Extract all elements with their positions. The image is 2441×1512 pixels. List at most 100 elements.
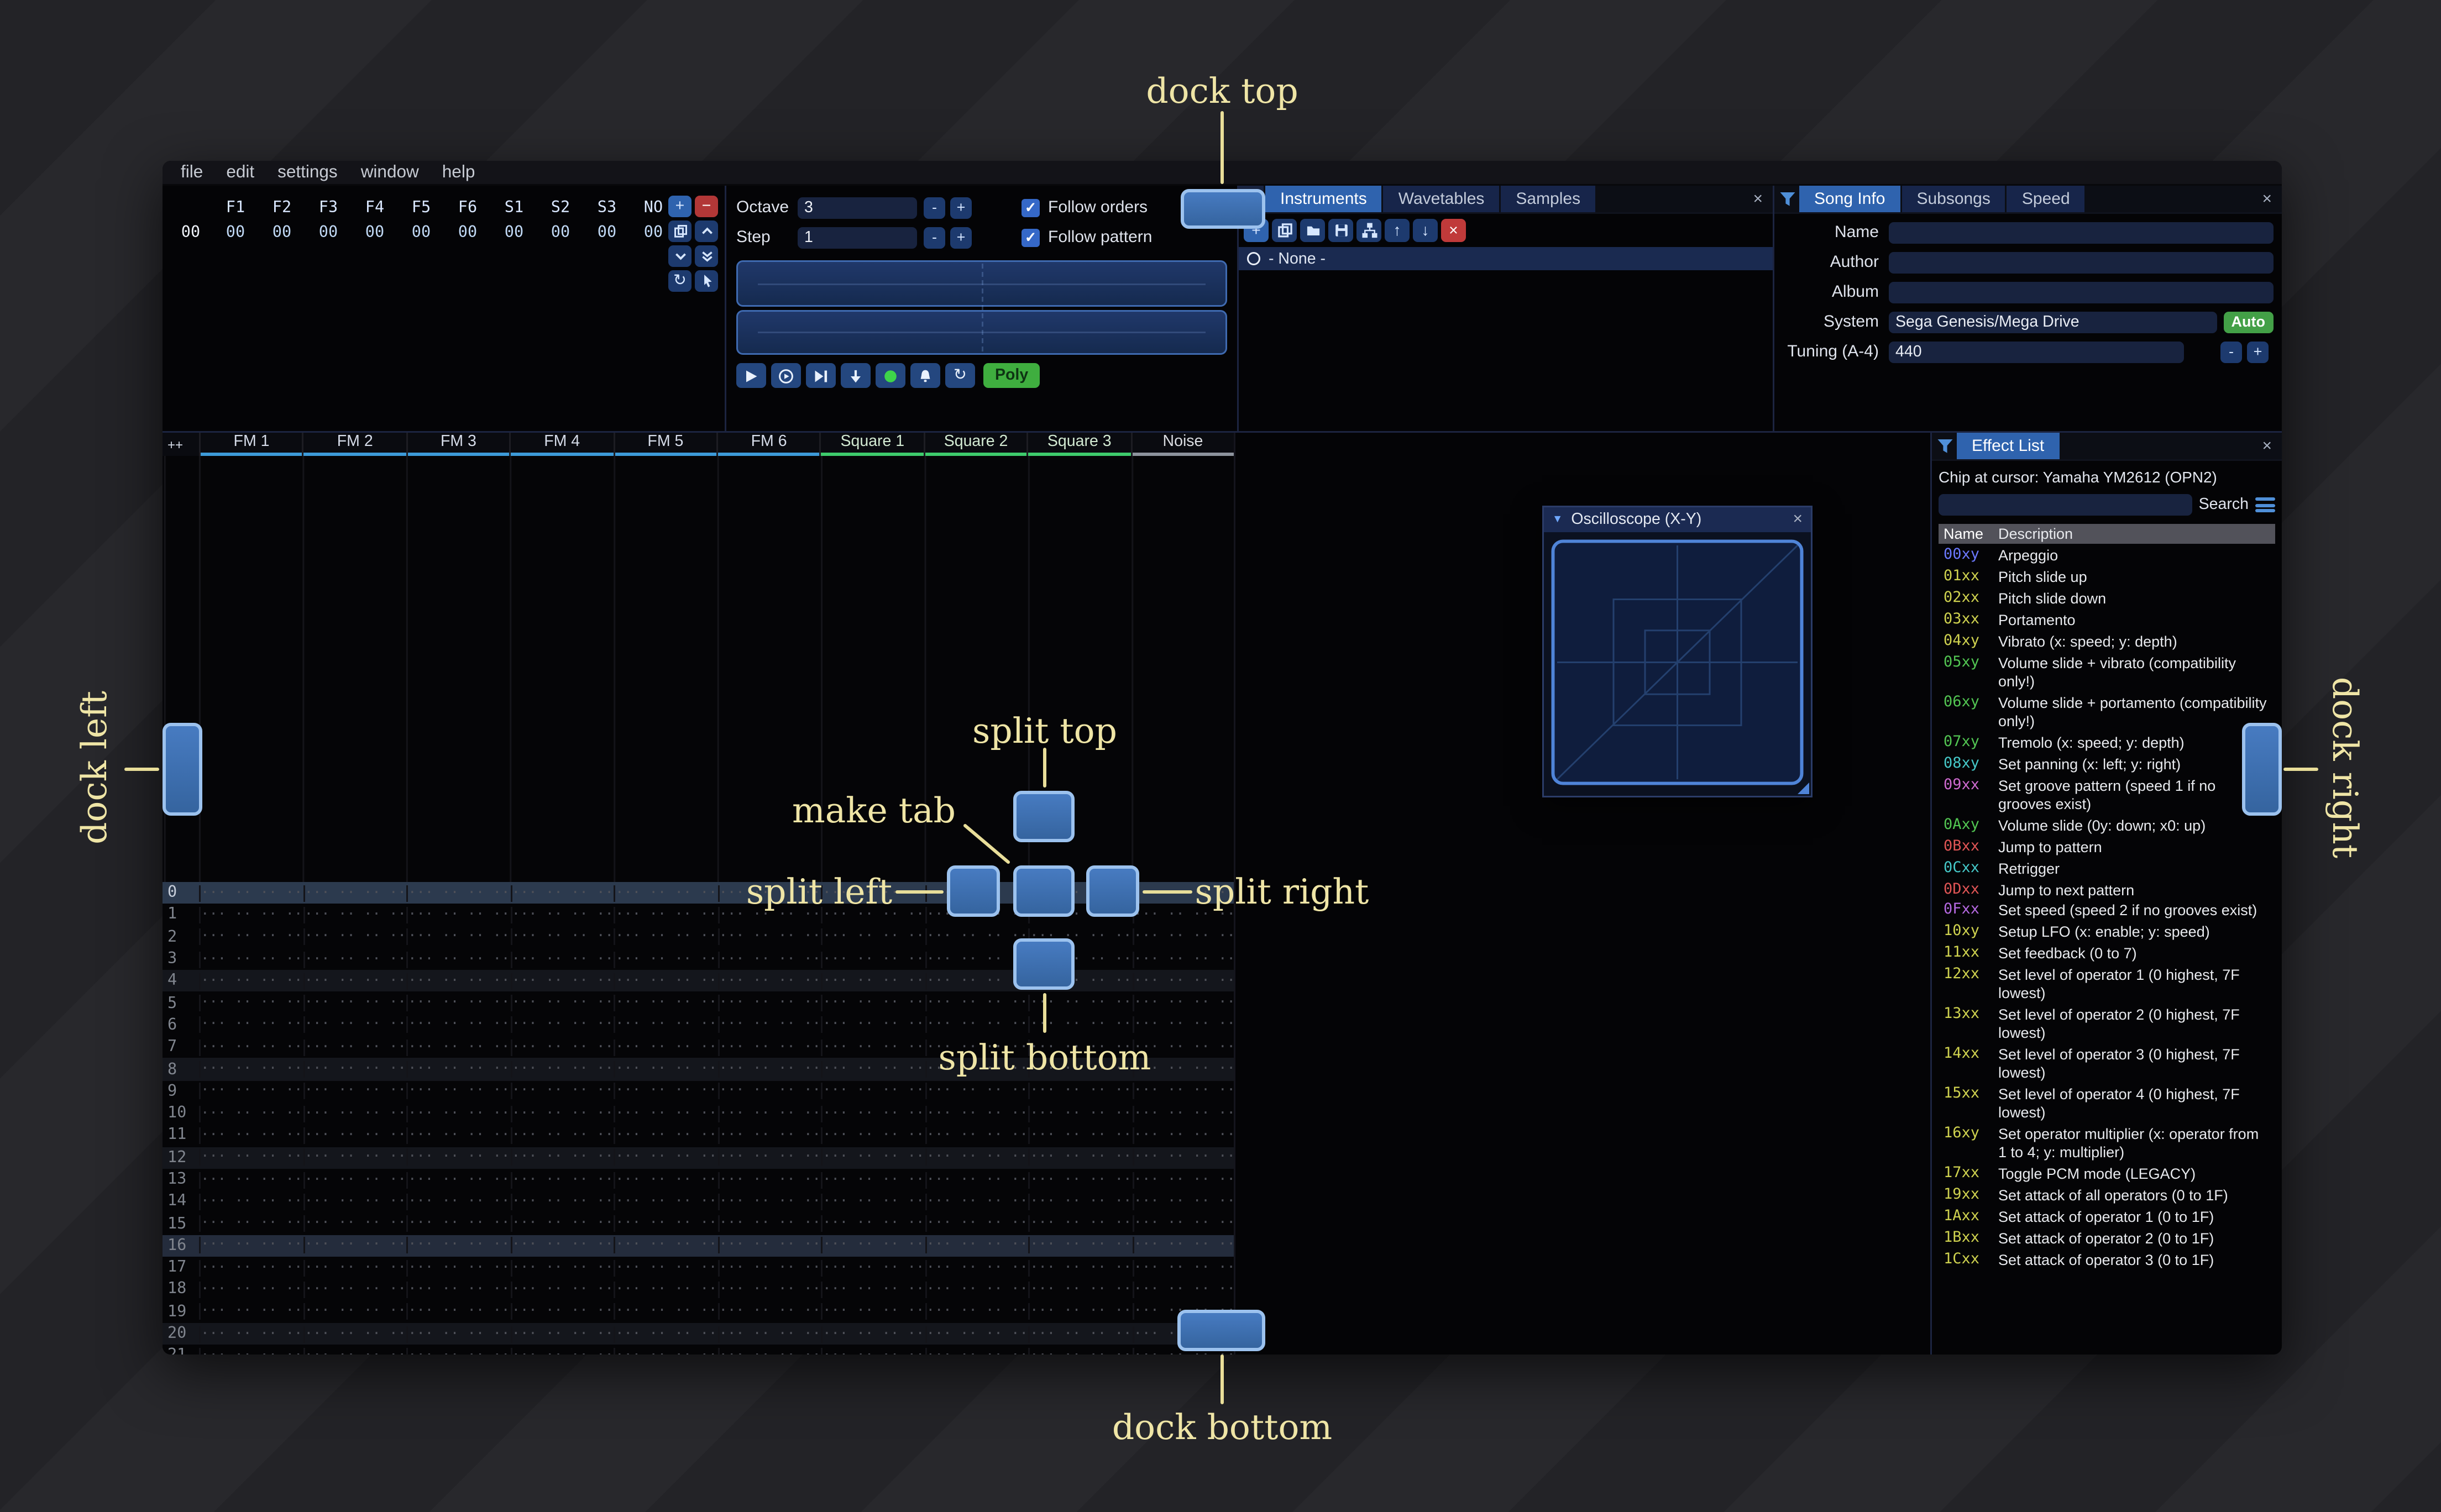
pattern-cell[interactable]: ··· ·· ·· ·· (1132, 1237, 1234, 1254)
pattern-cell[interactable]: ··· ·· ·· ·· (924, 1193, 1029, 1210)
instruments-close-button[interactable]: × (1743, 186, 1773, 212)
dock-target-dock-top[interactable] (1181, 189, 1265, 229)
pattern-cell[interactable]: ··· ·· ·· ·· (1028, 1325, 1132, 1342)
pattern-cell[interactable]: ··· ·· ·· ·· (821, 1039, 925, 1056)
order-add-button[interactable]: + (668, 196, 692, 217)
pattern-cell[interactable]: ··· ·· ·· ·· (199, 1259, 303, 1277)
pattern-cell[interactable]: ··· ·· ·· ·· (1132, 1193, 1234, 1210)
pattern-cell[interactable]: ··· ·· ·· ·· (1028, 1281, 1132, 1298)
poly-button[interactable]: Poly (983, 363, 1040, 388)
pattern-cell[interactable]: ··· ·· ·· ·· (510, 1083, 614, 1100)
order-cell[interactable]: 00 (305, 224, 352, 242)
play-one-row-button[interactable] (806, 363, 836, 388)
pattern-cell[interactable]: ··· ·· ·· ·· (924, 1127, 1029, 1144)
pattern-cell[interactable]: ··· ·· ·· ·· (199, 1215, 303, 1232)
move-instrument-up-button[interactable]: ↑ (1385, 219, 1410, 242)
pattern-cell[interactable]: ··· ·· ·· ·· (406, 1017, 510, 1034)
pattern-cell[interactable]: ··· ·· ·· ·· (614, 1281, 717, 1298)
effect-row[interactable]: 08xy Set panning (x: left; y: right) (1939, 754, 2275, 775)
effect-row[interactable]: 10xy Setup LFO (x: enable; y: speed) (1939, 922, 2275, 944)
pattern-cell[interactable]: ··· ·· ·· ·· (199, 1127, 303, 1144)
dock-target-make-tab[interactable] (1013, 865, 1075, 917)
pattern-cell[interactable]: ··· ·· ·· ·· (302, 1149, 407, 1166)
pattern-cell[interactable]: ··· ·· ·· ·· (614, 1303, 717, 1320)
tuning-minus-button[interactable]: - (2220, 340, 2242, 363)
order-cell[interactable]: 00 (212, 224, 259, 242)
effect-row[interactable]: 05xy Volume slide + vibrato (compatibilit… (1939, 653, 2275, 693)
pattern-cell[interactable]: ··· ·· ·· ·· (199, 1061, 303, 1078)
pattern-cell[interactable]: ··· ·· ·· ·· (199, 995, 303, 1012)
effect-row[interactable]: 11xx Set feedback (0 to 7) (1939, 944, 2275, 965)
pattern-cell[interactable]: ··· ·· ·· ·· (1028, 1105, 1132, 1122)
pattern-cell[interactable]: ··· ·· ·· ·· (924, 951, 1029, 968)
pattern-row[interactable]: 17 ··· ·· ·· ·· ··· ·· ·· ·· ··· ·· ·· ·· ··… (163, 1257, 1234, 1279)
pattern-cell[interactable]: ··· ·· ·· ·· (924, 1215, 1029, 1232)
pattern-cell[interactable]: ··· ·· ·· ·· (1028, 995, 1132, 1012)
pattern-cell[interactable]: ··· ·· ·· ·· (614, 1083, 717, 1100)
pattern-cell[interactable]: ··· ·· ·· ·· (717, 1347, 821, 1355)
instrument-list-item[interactable]: - None - (1239, 247, 1773, 270)
pattern-cell[interactable]: ··· ·· ·· ·· (199, 1347, 303, 1355)
channel-header-fm-6[interactable]: FM 6 (716, 433, 821, 456)
pattern-cell[interactable]: ··· ·· ·· ·· (510, 884, 614, 901)
step-minus-button[interactable]: - (924, 226, 945, 248)
octave-plus-button[interactable]: + (950, 196, 972, 218)
pattern-cell[interactable]: ··· ·· ·· ·· (614, 1149, 717, 1166)
collapse-icon[interactable]: ▼ (1552, 514, 1563, 526)
pattern-cell[interactable]: ··· ·· ·· ·· (821, 1237, 925, 1254)
pattern-cell[interactable]: ··· ·· ·· ·· (717, 951, 821, 968)
effect-row[interactable]: 15xx Set level of operator 4 (0 highest, … (1939, 1085, 2275, 1125)
songinfo-close-button[interactable]: × (2252, 186, 2282, 212)
pattern-cell[interactable]: ··· ·· ·· ·· (717, 1259, 821, 1277)
pattern-cell[interactable]: ··· ·· ·· ·· (510, 1105, 614, 1122)
pattern-cell[interactable]: ··· ·· ·· ·· (302, 1237, 407, 1254)
oscilloscope-close-button[interactable]: × (1793, 511, 1803, 529)
pattern-cell[interactable]: ··· ·· ·· ·· (1028, 1193, 1132, 1210)
pattern-row[interactable]: 10 ··· ·· ·· ·· ··· ·· ·· ·· ··· ·· ·· ·· ··… (163, 1102, 1234, 1125)
open-instrument-button[interactable] (1300, 219, 1325, 242)
pattern-cell[interactable]: ··· ·· ·· ·· (1132, 1105, 1234, 1122)
pattern-cell[interactable]: ··· ·· ·· ·· (1028, 1149, 1132, 1166)
pattern-cell[interactable]: ··· ·· ·· ·· (302, 1347, 407, 1355)
menu-item-edit[interactable]: edit (214, 162, 266, 182)
pattern-cell[interactable]: ··· ·· ·· ·· (821, 1171, 925, 1188)
pattern-cell[interactable]: ··· ·· ·· ·· (1132, 1215, 1234, 1232)
pattern-cell[interactable]: ··· ·· ·· ·· (821, 1303, 925, 1320)
dock-target-split-bottom[interactable] (1013, 938, 1075, 990)
octave-minus-button[interactable]: - (924, 196, 945, 218)
pattern-cell[interactable]: ··· ·· ·· ·· (614, 1039, 717, 1056)
channel-header-fm-1[interactable]: FM 1 (198, 433, 303, 456)
pattern-cell[interactable]: ··· ·· ·· ·· (510, 1149, 614, 1166)
pattern-cell[interactable]: ··· ·· ·· ·· (717, 1039, 821, 1056)
pattern-cell[interactable]: ··· ·· ·· ·· (1132, 1083, 1234, 1100)
effect-row[interactable]: 14xx Set level of operator 3 (0 highest, … (1939, 1045, 2275, 1085)
effect-row[interactable]: 0Axy Volume slide (0y: down; x0: up) (1939, 815, 2275, 837)
pattern-cell[interactable]: ··· ·· ·· ·· (614, 1215, 717, 1232)
follow-orders-checkbox[interactable]: ✓ (1022, 198, 1040, 217)
pattern-cell[interactable]: ··· ·· ·· ·· (614, 995, 717, 1012)
order-edit-mode-button[interactable] (695, 270, 718, 292)
pattern-cell[interactable]: ··· ·· ·· ·· (302, 1303, 407, 1320)
menu-item-window[interactable]: window (349, 162, 431, 182)
pattern-row[interactable]: 21··· ·· ·· ····· ·· ·· ····· ·· ·· ····… (163, 1345, 1234, 1355)
pattern-cell[interactable]: ··· ·· ·· ·· (717, 1171, 821, 1188)
oscilloscope-titlebar[interactable]: ▼ Oscilloscope (X-Y) × (1544, 507, 1811, 532)
octave-input[interactable]: 3 (798, 196, 917, 218)
pattern-cell[interactable]: ··· ·· ·· ·· (614, 1017, 717, 1034)
pattern-cell[interactable]: ··· ·· ·· ·· (302, 1171, 407, 1188)
pattern-cell[interactable]: ··· ·· ·· ·· (821, 1325, 925, 1342)
effect-row[interactable]: 19xx Set attack of all operators (0 to 1F… (1939, 1185, 2275, 1207)
pattern-cell[interactable]: ··· ·· ·· ·· (717, 973, 821, 990)
effect-list-close-button[interactable]: × (2252, 433, 2282, 459)
channel-header-fm-4[interactable]: FM 4 (509, 433, 614, 456)
order-cell[interactable]: 00 (352, 224, 398, 242)
field-input[interactable] (1889, 251, 2274, 273)
pattern-cell[interactable]: ··· ·· ·· ·· (406, 1127, 510, 1144)
pattern-cell[interactable]: ··· ·· ·· ·· (510, 906, 614, 923)
pattern-cell[interactable]: ··· ·· ·· ·· (199, 1303, 303, 1320)
pattern-cell[interactable]: ··· ·· ·· ·· (406, 1303, 510, 1320)
pattern-row[interactable]: 19 ··· ·· ·· ·· ··· ·· ·· ·· ··· ·· ·· ·· ··… (163, 1300, 1234, 1323)
pattern-cell[interactable]: ··· ·· ·· ·· (924, 973, 1029, 990)
order-remove-button[interactable]: − (695, 196, 718, 217)
pattern-cell[interactable]: ··· ·· ·· ·· (614, 884, 717, 901)
